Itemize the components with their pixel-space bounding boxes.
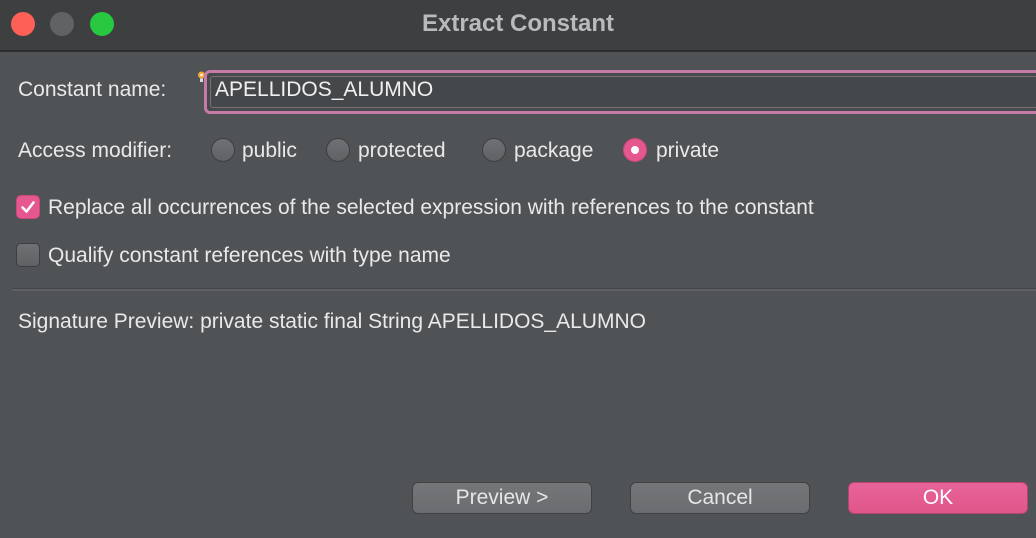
radio-private[interactable] bbox=[623, 138, 647, 162]
qualify-checkbox[interactable] bbox=[16, 243, 40, 267]
qualify-label[interactable]: Qualify constant references with type na… bbox=[48, 244, 451, 268]
replace-all-checkbox[interactable] bbox=[16, 195, 40, 219]
constant-name-input[interactable] bbox=[215, 78, 995, 102]
ok-button[interactable]: OK bbox=[848, 482, 1028, 514]
replace-all-label[interactable]: Replace all occurrences of the selected … bbox=[48, 196, 814, 220]
preview-button[interactable]: Preview > bbox=[412, 482, 592, 514]
radio-public-label[interactable]: public bbox=[242, 139, 297, 163]
checkmark-icon bbox=[21, 201, 35, 213]
radio-protected-label[interactable]: protected bbox=[358, 139, 446, 163]
extract-constant-dialog: Extract Constant Constant name: Access m… bbox=[0, 0, 1036, 538]
constant-name-field[interactable] bbox=[204, 70, 1036, 114]
title-bar: Extract Constant bbox=[0, 0, 1036, 52]
radio-public[interactable] bbox=[211, 138, 235, 162]
cancel-button[interactable]: Cancel bbox=[630, 482, 810, 514]
signature-preview: Signature Preview: private static final … bbox=[18, 310, 646, 333]
constant-name-label: Constant name: bbox=[18, 78, 167, 101]
divider bbox=[12, 288, 1036, 291]
radio-package-label[interactable]: package bbox=[514, 139, 593, 163]
window-title: Extract Constant bbox=[421, 10, 615, 37]
access-modifier-label: Access modifier: bbox=[18, 139, 173, 162]
radio-package[interactable] bbox=[482, 138, 506, 162]
radio-private-label[interactable]: private bbox=[656, 139, 719, 163]
radio-protected[interactable] bbox=[326, 138, 350, 162]
